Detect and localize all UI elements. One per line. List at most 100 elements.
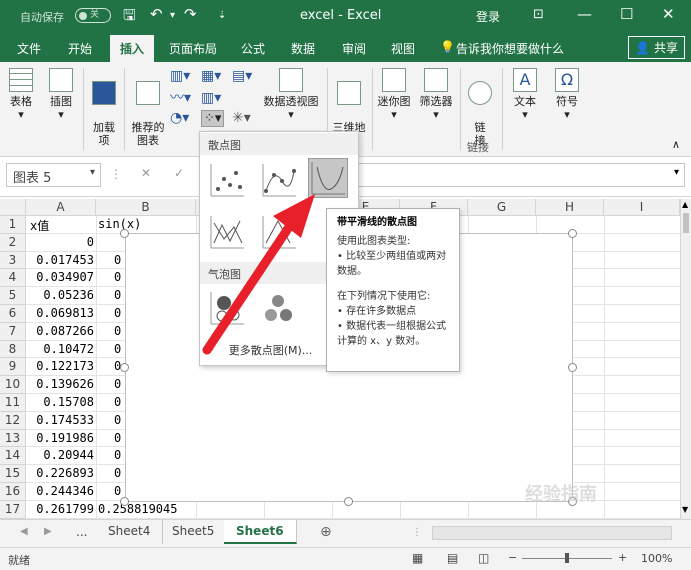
filter-button[interactable]: 筛选器 ▾ [418, 68, 454, 121]
illustration-button[interactable]: 插图 ▾ [44, 68, 78, 121]
table-button[interactable]: 表格 ▾ [6, 68, 36, 121]
tab-view[interactable]: 视图 [391, 40, 415, 57]
next-sheet-icon[interactable]: ▶ [44, 526, 52, 537]
cell-b[interactable]: 0 [114, 270, 121, 284]
zoom-in-icon[interactable]: + [618, 551, 627, 564]
symbol-button[interactable]: Ω 符号 ▾ [550, 68, 584, 121]
cell-b[interactable]: 0 [114, 431, 121, 445]
tab-data[interactable]: 数据 [291, 40, 315, 57]
sheet-tab[interactable]: Sheet5 [160, 520, 228, 544]
row-header[interactable]: 15 [0, 465, 26, 483]
add-sheet-icon[interactable]: ⊕ [320, 524, 332, 540]
share-button[interactable]: 👤 共享 [628, 36, 685, 59]
select-all-corner[interactable] [0, 199, 26, 216]
row-header[interactable]: 2 [0, 233, 26, 252]
row-header[interactable]: 16 [0, 483, 26, 501]
cell-b[interactable]: 0 [114, 448, 121, 462]
cell-a[interactable]: 0 [26, 235, 94, 249]
hierarchy-chart-icon[interactable]: ▦▾ [201, 69, 221, 83]
undo-icon[interactable]: ↶ [150, 5, 163, 23]
cell-b[interactable]: sin(x) [98, 217, 141, 231]
customize-quick-access-icon[interactable]: ⇣ [218, 10, 226, 21]
sheet-tab-active[interactable]: Sheet6 [224, 520, 297, 544]
link-button[interactable]: 链 接 [466, 68, 494, 147]
tab-file[interactable]: 文件 [17, 40, 41, 57]
close-icon[interactable]: ✕ [662, 5, 675, 23]
combo-chart-icon[interactable]: ✳▾ [232, 111, 251, 125]
redo-icon[interactable]: ↷ [184, 5, 197, 23]
scatter-chart-icon[interactable]: ⁘▾ [201, 110, 225, 127]
more-sheets-link[interactable]: ... [76, 525, 87, 539]
cell-b[interactable]: 0 [114, 484, 121, 498]
page-break-view-icon[interactable]: ◫ [478, 551, 489, 565]
row-header[interactable]: 5 [0, 287, 26, 305]
cell-b[interactable]: 0 [114, 288, 121, 302]
cell-a[interactable]: 0.191986 [26, 431, 94, 445]
cell-a[interactable]: x值 [30, 217, 49, 234]
cell-a[interactable]: 0.174533 [26, 413, 94, 427]
save-icon[interactable]: 🖫 [123, 5, 136, 30]
maximize-icon[interactable]: ☐ [620, 5, 633, 23]
tab-formulas[interactable]: 公式 [241, 40, 265, 57]
cell-a[interactable]: 0.05236 [26, 288, 94, 302]
minimize-icon[interactable]: — [577, 5, 592, 23]
resize-handle[interactable] [568, 229, 577, 238]
row-header[interactable]: 6 [0, 305, 26, 323]
resize-handle[interactable] [120, 363, 129, 372]
pie-chart-icon[interactable]: ◔▾ [170, 111, 189, 125]
row-header[interactable]: 14 [0, 447, 26, 466]
scroll-up-icon[interactable]: ▲ [682, 200, 688, 209]
addin-button[interactable]: 加载 项 [88, 68, 120, 147]
zoom-out-icon[interactable]: − [508, 551, 517, 564]
row-header[interactable]: 17 [0, 500, 26, 519]
row-header[interactable]: 7 [0, 322, 26, 341]
recommended-charts-button[interactable]: 推荐的 图表 [128, 68, 168, 147]
autosave-toggle[interactable]: 关 [75, 8, 111, 23]
cell-b[interactable]: 0 [114, 306, 121, 320]
pivot-chart-button[interactable]: 数据透视图 ▾ [262, 68, 320, 121]
cell-b[interactable]: 0 [114, 466, 121, 480]
row-header[interactable]: 4 [0, 269, 26, 288]
sheet-tab[interactable]: Sheet4 [96, 520, 164, 544]
normal-view-icon[interactable]: ▦ [412, 551, 423, 565]
cell-a[interactable]: 0.261799 [26, 502, 94, 516]
line-chart-icon[interactable]: 〰▾ [170, 91, 191, 105]
zoom-level[interactable]: 100% [641, 552, 672, 565]
cell-a[interactable]: 0.017453 [26, 253, 94, 267]
undo-dropdown-icon[interactable]: ▾ [170, 10, 175, 21]
column-header[interactable]: H [536, 199, 604, 216]
scroll-thumb[interactable] [683, 213, 689, 233]
horizontal-scrollbar[interactable] [432, 526, 672, 540]
vertical-scrollbar[interactable]: ▲ ▼ [680, 199, 691, 519]
tab-page-layout[interactable]: 页面布局 [169, 40, 217, 57]
cell-b[interactable]: 0 [114, 395, 121, 409]
cell-a[interactable]: 0.226893 [26, 466, 94, 480]
collapse-ribbon-icon[interactable]: ∧ [672, 138, 680, 151]
resize-handle[interactable] [568, 363, 577, 372]
tab-home[interactable]: 开始 [68, 40, 92, 57]
cell-a[interactable]: 0.139626 [26, 377, 94, 391]
enter-icon[interactable]: ✓ [174, 166, 184, 180]
row-header[interactable]: 3 [0, 251, 26, 270]
cell-b[interactable]: 0 [114, 342, 121, 356]
row-header[interactable]: 13 [0, 429, 26, 448]
stat-chart-icon[interactable]: ▥▾ [201, 91, 221, 105]
expand-formula-bar-icon[interactable]: ▾ [674, 167, 679, 178]
column-header[interactable]: G [468, 199, 536, 216]
row-header[interactable]: 9 [0, 358, 26, 377]
sparkline-button[interactable]: 迷你图 ▾ [376, 68, 412, 121]
resize-handle[interactable] [120, 229, 129, 238]
cell-a[interactable]: 0.122173 [26, 359, 94, 373]
resize-handle[interactable] [344, 497, 353, 506]
cell-b[interactable]: 0.258819045 [98, 502, 177, 516]
name-box[interactable]: 图表 5 ▾ [6, 163, 101, 187]
page-layout-view-icon[interactable]: ▤ [447, 551, 458, 565]
row-header[interactable]: 1 [0, 216, 26, 234]
prev-sheet-icon[interactable]: ◀ [20, 526, 28, 537]
column-header[interactable]: B [96, 199, 196, 216]
tab-split-grip-icon[interactable]: ⋮ [412, 527, 422, 538]
tab-review[interactable]: 审阅 [342, 40, 366, 57]
row-header[interactable]: 10 [0, 376, 26, 394]
row-header[interactable]: 11 [0, 394, 26, 412]
row-header[interactable]: 12 [0, 411, 26, 430]
